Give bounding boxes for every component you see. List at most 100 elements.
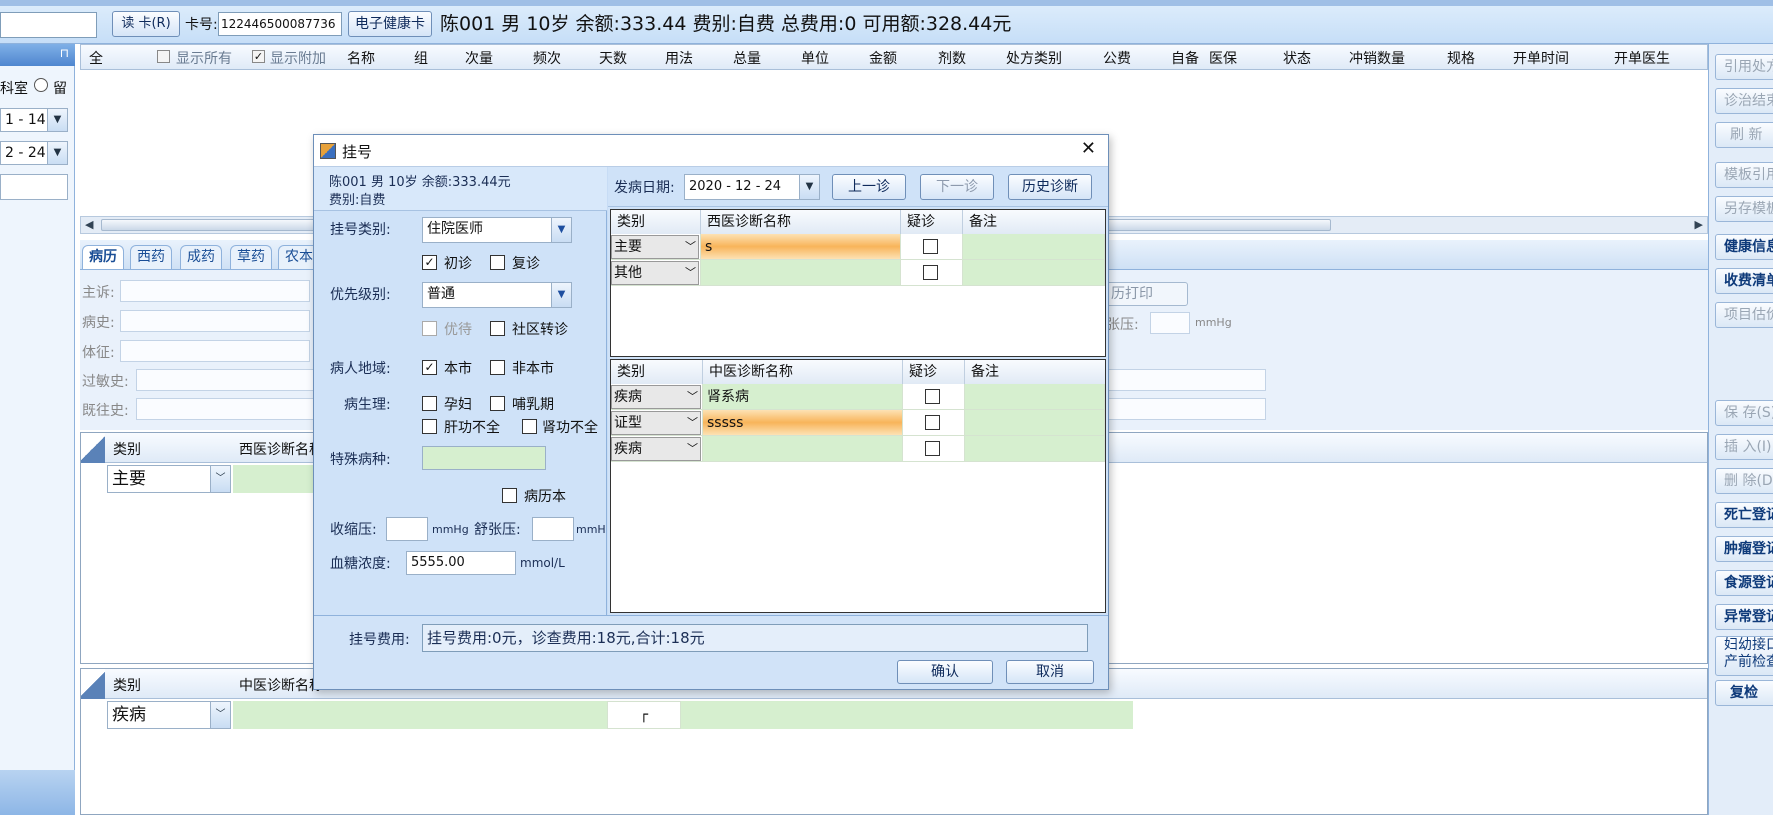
nonlocal-checkbox[interactable] xyxy=(490,360,505,375)
suspect-checkbox[interactable] xyxy=(925,415,940,430)
template-quote-button[interactable]: 模板引用 xyxy=(1715,162,1773,188)
col-header[interactable]: 单位 xyxy=(801,48,829,68)
finish-treatment-button[interactable]: 诊治结束 xyxy=(1715,88,1773,114)
col-header[interactable]: 金额 xyxy=(869,48,897,68)
west-name-cell[interactable] xyxy=(701,260,901,286)
suspect-cell[interactable] xyxy=(903,384,965,410)
tcm-name-cell[interactable] xyxy=(703,436,903,462)
table-row-type[interactable]: 主要 ﹀ xyxy=(611,234,701,260)
scroll-right-icon[interactable]: ▶ xyxy=(1695,218,1703,231)
charge-list-button[interactable]: 收费清单 xyxy=(1715,268,1773,294)
food-source-register-button[interactable]: 食源登记 xyxy=(1715,570,1773,596)
glucose-input[interactable]: 5555.00 xyxy=(406,551,516,575)
priority-select[interactable]: 普通 ▼ xyxy=(422,282,572,308)
col-header-suspect[interactable]: 疑诊 xyxy=(903,360,965,384)
chevron-down-icon[interactable]: ▼ xyxy=(551,218,571,242)
liver-checkbox[interactable] xyxy=(422,419,437,434)
save-template-button[interactable]: 另存模板 xyxy=(1715,196,1773,222)
pin-icon[interactable]: ⊓ xyxy=(60,46,69,60)
col-header-type[interactable]: 类别 xyxy=(611,210,701,234)
row-type-select[interactable]: 主要 ﹀ xyxy=(611,235,699,259)
col-header[interactable]: 用法 xyxy=(665,48,693,68)
chevron-down-icon[interactable]: ▼ xyxy=(47,109,67,131)
save-button[interactable]: 保 存(S) xyxy=(1715,400,1773,426)
remark-cell[interactable] xyxy=(965,384,1105,410)
record-book-checkbox[interactable] xyxy=(502,488,517,503)
row-type-select[interactable]: 证型 ﹀ xyxy=(611,411,701,435)
abnormal-register-button[interactable]: 异常登记 xyxy=(1715,604,1773,630)
row-type-select[interactable]: 其他 ﹀ xyxy=(611,261,699,285)
tumor-register-button[interactable]: 肿瘤登记 xyxy=(1715,536,1773,562)
chief-complaint-input[interactable] xyxy=(120,280,310,302)
tcm-type-select[interactable]: 疾病 ﹀ xyxy=(107,701,231,729)
insert-button[interactable]: 插 入(I) xyxy=(1715,434,1773,460)
tab-herbal-medicine[interactable]: 草药 xyxy=(230,245,272,269)
col-header[interactable]: 开单时间 xyxy=(1513,48,1569,68)
next-visit-button[interactable]: 下一诊 xyxy=(920,174,994,200)
priority-care-checkbox[interactable] xyxy=(422,321,437,336)
table-row-type[interactable]: 疾病 ﹀ xyxy=(611,436,703,462)
quote-prescription-button[interactable]: 引用处方 xyxy=(1715,54,1773,80)
health-info-button[interactable]: 健康信息 xyxy=(1715,234,1773,260)
col-header[interactable]: 次量 xyxy=(465,48,493,68)
left-text-input[interactable] xyxy=(0,174,68,200)
prev-visit-button[interactable]: 上一诊 xyxy=(832,174,906,200)
suspect-checkbox[interactable] xyxy=(925,441,940,456)
remark-cell[interactable] xyxy=(965,436,1105,462)
suspect-cell[interactable] xyxy=(901,260,963,286)
maternal-child-button[interactable]: 妇幼接口 产前检查 xyxy=(1715,636,1773,676)
tab-western-medicine[interactable]: 西药 xyxy=(130,245,172,269)
tcm-name-cell[interactable]: 肾系病 xyxy=(703,384,903,410)
signs-input[interactable] xyxy=(120,340,310,362)
col-header[interactable]: 公费 xyxy=(1103,48,1131,68)
reg-type-select[interactable]: 住院医师 ▼ xyxy=(422,217,572,243)
tcm-row-cells[interactable] xyxy=(233,701,1133,729)
history-print-button[interactable]: 历打印 xyxy=(1106,282,1188,306)
date-from-picker[interactable]: 1 - 14 ▼ xyxy=(0,108,68,132)
remark-cell[interactable] xyxy=(963,234,1105,260)
first-visit-checkbox[interactable]: ✓ xyxy=(422,255,437,270)
item-estimate-button[interactable]: 项目估价 xyxy=(1715,302,1773,328)
onset-date-picker[interactable]: 2020 - 12 - 24 ▼ xyxy=(684,174,820,200)
col-header-remark[interactable]: 备注 xyxy=(963,210,1105,234)
chevron-down-icon[interactable]: ﹀ xyxy=(687,438,698,460)
show-extra-checkbox[interactable]: ✓ xyxy=(252,50,265,63)
table-row-type[interactable]: 证型 ﹀ xyxy=(611,410,703,436)
suspect-cell[interactable] xyxy=(903,436,965,462)
col-header[interactable]: 处方类别 xyxy=(1006,48,1062,68)
west-type-select[interactable]: 主要 ﹀ xyxy=(107,465,231,493)
col-header[interactable]: 总量 xyxy=(733,48,761,68)
col-header-suspect[interactable]: 疑诊 xyxy=(901,210,963,234)
tcm-name-cell[interactable]: sssss xyxy=(703,410,903,436)
left-search-input[interactable] xyxy=(0,12,97,38)
remark-cell[interactable] xyxy=(963,260,1105,286)
suspect-checkbox[interactable] xyxy=(923,239,938,254)
cancel-button[interactable]: 取消 xyxy=(1006,660,1094,684)
chevron-down-icon[interactable]: ﹀ xyxy=(210,466,230,492)
pregnant-checkbox[interactable] xyxy=(422,396,437,411)
col-header[interactable]: 冲销数量 xyxy=(1349,48,1405,68)
kidney-checkbox[interactable] xyxy=(522,419,537,434)
special-disease-input[interactable] xyxy=(422,446,546,470)
chevron-down-icon[interactable]: ﹀ xyxy=(685,236,696,258)
col-header[interactable]: 自备 xyxy=(1171,48,1199,68)
col-header[interactable]: 状态 xyxy=(1283,48,1311,68)
table-row-type[interactable]: 疾病 ﹀ xyxy=(611,384,703,410)
col-header[interactable]: 组 xyxy=(414,48,428,68)
col-header[interactable]: 医保 xyxy=(1209,48,1237,68)
col-header-remark[interactable]: 备注 xyxy=(965,360,1105,384)
suspect-cell[interactable] xyxy=(901,234,963,260)
suspect-checkbox[interactable] xyxy=(923,265,938,280)
col-header-west-name[interactable]: 西医诊断名称 xyxy=(701,210,901,234)
suspect-cell[interactable] xyxy=(903,410,965,436)
tab-patent-medicine[interactable]: 成药 xyxy=(180,245,222,269)
death-register-button[interactable]: 死亡登记 xyxy=(1715,502,1773,528)
revisit-checkbox[interactable] xyxy=(490,255,505,270)
chevron-down-icon[interactable]: ﹀ xyxy=(685,262,696,284)
recheck-button[interactable]: 复检 xyxy=(1715,680,1773,706)
table-row-type[interactable]: 其他 ﹀ xyxy=(611,260,701,286)
col-header[interactable]: 规格 xyxy=(1447,48,1475,68)
col-header[interactable]: 频次 xyxy=(533,48,561,68)
col-header-type[interactable]: 类别 xyxy=(611,360,703,384)
diastolic-input[interactable] xyxy=(532,517,574,541)
